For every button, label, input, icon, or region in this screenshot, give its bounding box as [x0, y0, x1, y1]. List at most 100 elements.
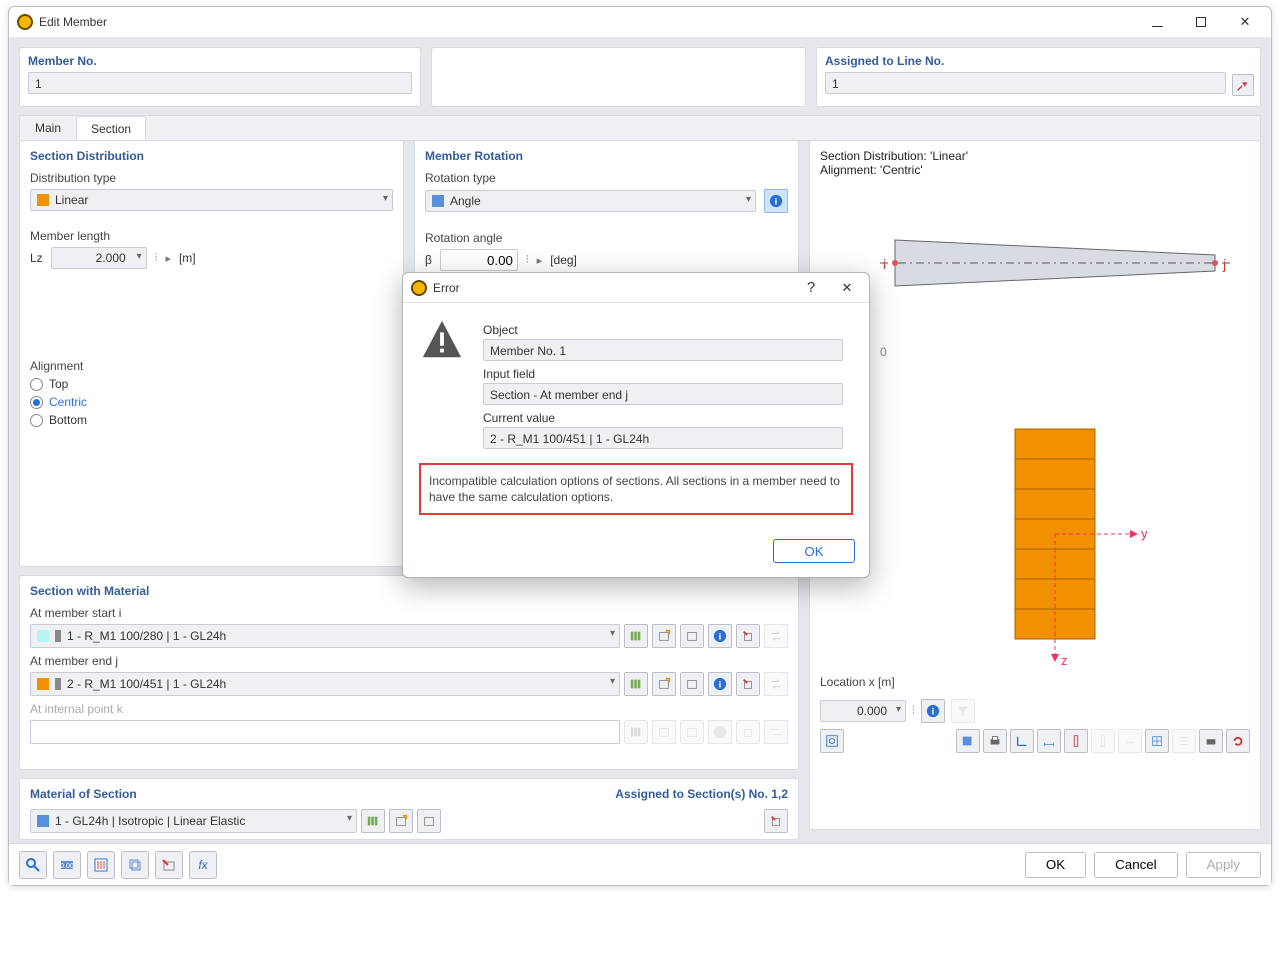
end-section-dropdown[interactable]: 2 - R_M1 100/451 | 1 - GL24h ▾ — [30, 672, 620, 696]
grid-button[interactable] — [1145, 729, 1169, 753]
assigned-field[interactable]: 1 — [825, 72, 1226, 94]
new-button[interactable] — [652, 672, 676, 696]
units-icon: 0.00 — [59, 857, 75, 873]
filter-button — [951, 699, 975, 723]
delete-button — [736, 720, 760, 744]
dist-type-label: Distribution type — [30, 171, 393, 185]
error-close-button[interactable]: ✕ — [829, 273, 865, 303]
axis-button[interactable] — [1010, 729, 1034, 753]
apply-button[interactable]: Apply — [1186, 852, 1261, 878]
start-section-dropdown[interactable]: 1 - R_M1 100/280 | 1 - GL24h ▾ — [30, 624, 620, 648]
minimize-button[interactable] — [1135, 7, 1179, 37]
length-input[interactable]: 2.000 ▾ — [51, 247, 147, 269]
rot-type-value: Angle — [450, 194, 481, 208]
member-no-group: Member No. 1 — [19, 47, 421, 107]
axis-icon — [1015, 734, 1029, 748]
units-button[interactable]: 0.00 — [53, 851, 81, 879]
error-help-button[interactable]: ? — [793, 273, 829, 303]
svg-text:fx: fx — [198, 858, 208, 872]
swap-icon — [769, 677, 783, 691]
copy-button[interactable] — [121, 851, 149, 879]
grid-icon — [1150, 734, 1164, 748]
stepper-icon[interactable]: ⫶ — [912, 705, 915, 718]
window-title: Edit Member — [39, 15, 107, 29]
ok-button[interactable]: OK — [1025, 852, 1086, 878]
info-button[interactable]: i — [708, 624, 732, 648]
location-input[interactable]: 0.000 ▾ — [820, 700, 906, 722]
dimension-button[interactable] — [1037, 729, 1061, 753]
function-button[interactable]: fx — [189, 851, 217, 879]
material-of-section-panel: Material of Section Assigned to Section(… — [19, 778, 799, 840]
align-centric-row[interactable]: Centric — [30, 395, 393, 409]
library-button[interactable] — [624, 672, 648, 696]
stepper-icon[interactable]: ⫶ — [155, 252, 158, 265]
delete-button[interactable] — [736, 672, 760, 696]
internal-section-dropdown — [30, 720, 620, 744]
edit-icon — [685, 677, 699, 691]
error-ok-button[interactable]: OK — [773, 539, 855, 563]
view-mode-button[interactable] — [956, 729, 980, 753]
stepper-icon[interactable]: ⫶ — [526, 254, 529, 267]
edit-button[interactable] — [680, 624, 704, 648]
print-icon — [1204, 734, 1218, 748]
angle-symbol: β — [425, 253, 432, 267]
play-icon[interactable]: ▸ — [165, 252, 171, 265]
info-button[interactable]: i — [764, 189, 788, 213]
preview-line2: Alignment: 'Centric' — [820, 163, 1250, 177]
member-no-field[interactable]: 1 — [28, 72, 412, 94]
library-button[interactable] — [361, 809, 385, 833]
edit-button[interactable] — [680, 672, 704, 696]
filter-icon — [956, 704, 970, 718]
tabbar: Main Section — [19, 115, 1261, 141]
help-button[interactable] — [19, 851, 47, 879]
assigned-sections-label: Assigned to Section(s) No. 1,2 — [615, 787, 788, 801]
copy-icon — [127, 857, 143, 873]
tool-button — [1118, 729, 1142, 753]
section-button[interactable] — [1064, 729, 1088, 753]
edit-button[interactable] — [417, 809, 441, 833]
library-icon — [629, 629, 643, 643]
play-icon[interactable]: ▸ — [537, 254, 543, 267]
print-menu-button[interactable] — [1199, 729, 1223, 753]
info-button[interactable]: i — [921, 699, 945, 723]
tool-icon — [1123, 734, 1137, 748]
delete-button[interactable] — [736, 624, 760, 648]
tab-section[interactable]: Section — [76, 116, 146, 141]
cancel-button[interactable]: Cancel — [1094, 852, 1178, 878]
material-dropdown[interactable]: 1 - GL24h | Isotropic | Linear Elastic ▾ — [30, 809, 357, 833]
align-top-row[interactable]: Top — [30, 377, 393, 391]
refresh-button[interactable] — [1226, 729, 1250, 753]
internal-label: At internal point k — [30, 702, 788, 716]
align-bottom-row[interactable]: Bottom — [30, 413, 393, 427]
dist-type-dropdown[interactable]: Linear ▾ — [30, 189, 393, 211]
section-viz: y z — [820, 409, 1250, 669]
remove-icon — [161, 857, 177, 873]
tab-main[interactable]: Main — [20, 115, 76, 140]
refresh-icon — [1231, 734, 1245, 748]
swap-icon — [769, 629, 783, 643]
library-button[interactable] — [624, 624, 648, 648]
swap-button — [764, 720, 788, 744]
remove-button[interactable] — [155, 851, 183, 879]
middle-empty-group — [431, 47, 806, 107]
new-button[interactable] — [389, 809, 413, 833]
reset-view-button[interactable] — [820, 729, 844, 753]
new-button[interactable] — [652, 624, 676, 648]
rot-type-dropdown[interactable]: Angle ▾ — [425, 190, 756, 212]
close-button[interactable]: ✕ — [1223, 7, 1267, 37]
maximize-button[interactable] — [1179, 7, 1223, 37]
info-icon: i — [713, 629, 727, 643]
assigned-line-group: Assigned to Line No. 1 — [816, 47, 1261, 107]
info-button[interactable]: i — [708, 672, 732, 696]
edit-button — [680, 720, 704, 744]
delete-button[interactable] — [764, 809, 788, 833]
print-button[interactable] — [983, 729, 1007, 753]
settings-button[interactable] — [87, 851, 115, 879]
settings-icon — [93, 857, 109, 873]
edit-icon — [685, 725, 699, 739]
align-top-label: Top — [49, 377, 68, 391]
error-title: Error — [433, 281, 460, 295]
end-section-value: 2 - R_M1 100/451 | 1 - GL24h — [67, 677, 226, 691]
pick-line-button[interactable] — [1232, 74, 1254, 96]
angle-input[interactable] — [440, 249, 518, 271]
